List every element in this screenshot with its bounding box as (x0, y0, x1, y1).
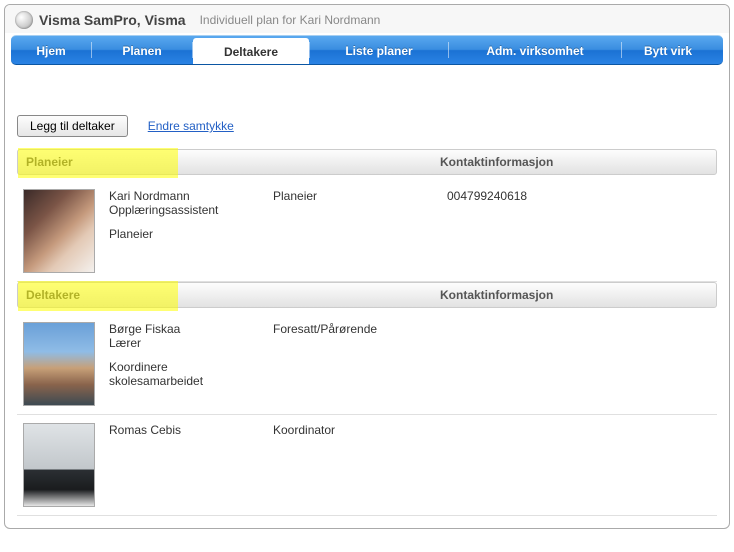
add-participant-button[interactable]: Legg til deltaker (17, 115, 128, 137)
section-title: Deltakere (18, 288, 436, 302)
change-consent-link[interactable]: Endre samtykke (148, 119, 234, 133)
nav-tab-planen[interactable]: Planen (92, 36, 192, 64)
participant-row[interactable]: Romas Cebis Koordinator (17, 415, 717, 516)
participant-role: Koordinator (273, 423, 433, 507)
sections-container: PlaneierKontaktinformasjonKari NordmannO… (17, 149, 717, 516)
content-area: Legg til deltaker Endre samtykke Planeie… (5, 65, 729, 528)
avatar (23, 423, 95, 507)
participant-name: Børge Fiskaa (109, 322, 259, 336)
avatar (23, 322, 95, 406)
contact-column-header: Kontaktinformasjon (436, 288, 716, 302)
participant-contact (447, 423, 711, 507)
section-header: PlaneierKontaktinformasjon (17, 149, 717, 175)
participant-subtitle: Lærer (109, 336, 259, 350)
nav-tab-adm-virksomhet[interactable]: Adm. virksomhet (449, 36, 621, 64)
page-subtitle: Individuell plan for Kari Nordmann (200, 13, 381, 27)
participant-row[interactable]: Børge FiskaaLærer Koordinere skolesamarbe… (17, 314, 717, 415)
avatar (23, 189, 95, 273)
participant-role: Foresatt/Pårørende (273, 322, 433, 406)
app-logo-icon (15, 11, 33, 29)
participant-role: Planeier (273, 189, 433, 273)
participant-contact (447, 322, 711, 406)
contact-column-header: Kontaktinformasjon (436, 155, 716, 169)
titlebar: Visma SamPro, Visma Individuell plan for… (5, 5, 729, 33)
nav-tab-deltakere[interactable]: Deltakere (193, 38, 309, 65)
participant-contact: 004799240618 (447, 189, 711, 273)
participant-name-col: Børge FiskaaLærer Koordinere skolesamarbe… (109, 322, 259, 406)
participant-extra: Planeier (109, 227, 259, 241)
toolbar: Legg til deltaker Endre samtykke (17, 115, 717, 137)
nav-tab-bytt-virk[interactable]: Bytt virk (622, 36, 714, 64)
app-window: Visma SamPro, Visma Individuell plan for… (4, 4, 730, 529)
participant-subtitle: Opplæringsassistent (109, 203, 259, 217)
participant-extra: Koordinere skolesamarbeidet (109, 360, 259, 388)
nav-tab-hjem[interactable]: Hjem (11, 36, 91, 64)
participant-row[interactable]: Kari NordmannOpplæringsassistent Planeier… (17, 181, 717, 282)
app-title: Visma SamPro, Visma (39, 12, 186, 28)
participant-name: Kari Nordmann (109, 189, 259, 203)
section-header: DeltakereKontaktinformasjon (17, 282, 717, 308)
section-title: Planeier (18, 155, 436, 169)
nav-tab-liste-planer[interactable]: Liste planer (310, 36, 448, 64)
main-nav: HjemPlanenDeltakereListe planerAdm. virk… (11, 35, 723, 65)
participant-name-col: Kari NordmannOpplæringsassistent Planeier (109, 189, 259, 273)
participant-name: Romas Cebis (109, 423, 259, 437)
participant-name-col: Romas Cebis (109, 423, 259, 507)
